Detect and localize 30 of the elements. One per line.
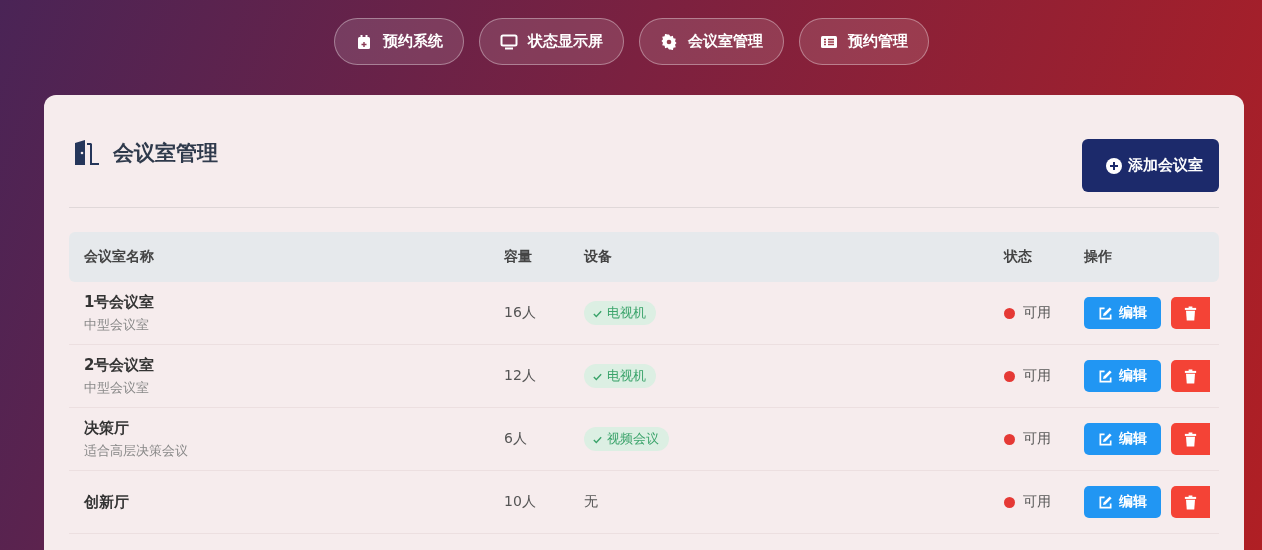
status-text: 可用 <box>1023 493 1051 511</box>
equipment-tag: 电视机 <box>584 364 656 388</box>
capacity-text: 12人 <box>504 367 536 385</box>
nav-tab[interactable]: 预约系统 <box>333 18 464 65</box>
column-header: 容量 <box>503 248 533 266</box>
room-description: 中型会议室 <box>84 315 149 334</box>
status-text: 可用 <box>1023 367 1051 385</box>
status-text: 可用 <box>1023 430 1051 448</box>
panel-title: 会议室管理 <box>113 140 218 167</box>
status-text: 可用 <box>1023 304 1051 322</box>
add-room-button[interactable]: 添加会议室 <box>1082 139 1219 192</box>
capacity-text: 10人 <box>504 493 536 511</box>
room-name: 创新厅 <box>84 492 129 512</box>
nav-tab[interactable]: 会议室管理 <box>638 18 784 65</box>
equipment-tag: 视频会议 <box>584 427 669 451</box>
column-header: 会议室名称 <box>83 248 155 266</box>
room-name: 决策厅 <box>84 418 129 438</box>
column-header: 操作 <box>1083 248 1113 266</box>
room-name: 1号会议室 <box>84 292 155 312</box>
capacity-text: 6人 <box>504 430 527 448</box>
capacity-text: 16人 <box>504 304 536 322</box>
room-description: 中型会议室 <box>84 378 149 397</box>
column-header: 设备 <box>582 248 613 266</box>
equipment-text: 无 <box>584 493 598 511</box>
room-description: 适合高层决策会议 <box>84 441 188 460</box>
nav-tab[interactable]: 状态显示屏 <box>478 18 624 65</box>
equipment-tag: 电视机 <box>584 301 656 325</box>
nav-tab[interactable]: 预约管理 <box>798 18 929 65</box>
column-header: 状态 <box>1002 248 1033 266</box>
room-name: 2号会议室 <box>84 355 155 375</box>
